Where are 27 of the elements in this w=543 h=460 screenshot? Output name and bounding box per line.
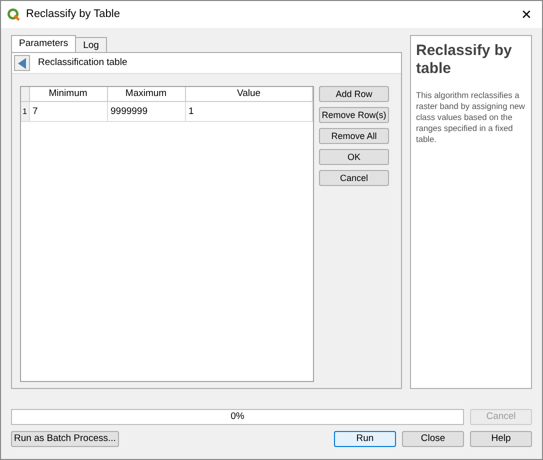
- close-button[interactable]: ✕: [517, 8, 536, 21]
- table-button[interactable]: Cancel: [319, 170, 389, 186]
- help-title: Reclassify by table: [416, 42, 513, 78]
- progress-text: 0%: [230, 410, 244, 424]
- dialog-button[interactable]: Run: [334, 431, 396, 447]
- dialog-button[interactable]: Help: [470, 431, 532, 447]
- back-button[interactable]: [14, 55, 30, 71]
- table-cell[interactable]: 1: [185, 102, 312, 122]
- table-cell[interactable]: 9999999: [107, 102, 185, 122]
- column-header[interactable]: Minimum: [29, 87, 107, 102]
- column-header[interactable]: Value: [185, 87, 312, 102]
- dialog-button[interactable]: Close: [402, 431, 464, 447]
- tab[interactable]: Parameters: [11, 35, 76, 52]
- table-cell[interactable]: 7: [29, 102, 107, 122]
- table-button[interactable]: Remove Row(s): [319, 107, 389, 123]
- window-title: Reclassify by Table: [26, 7, 120, 22]
- back-arrow-icon: [18, 58, 26, 68]
- batch-process-button[interactable]: Run as Batch Process...: [11, 431, 119, 447]
- help-text: This algorithm reclassifies a raster band by assigning new class values based on the ranges specified in a fixed table.: [416, 90, 526, 145]
- app-logo-icon: [7, 8, 20, 21]
- row-number: 1: [21, 102, 29, 122]
- panel-title: Reclassification table: [38, 56, 128, 70]
- table-button[interactable]: OK: [319, 149, 389, 165]
- table-button[interactable]: Add Row: [319, 86, 389, 102]
- column-header[interactable]: Maximum: [107, 87, 185, 102]
- tab[interactable]: Log: [75, 37, 107, 52]
- table-button[interactable]: Remove All: [319, 128, 389, 144]
